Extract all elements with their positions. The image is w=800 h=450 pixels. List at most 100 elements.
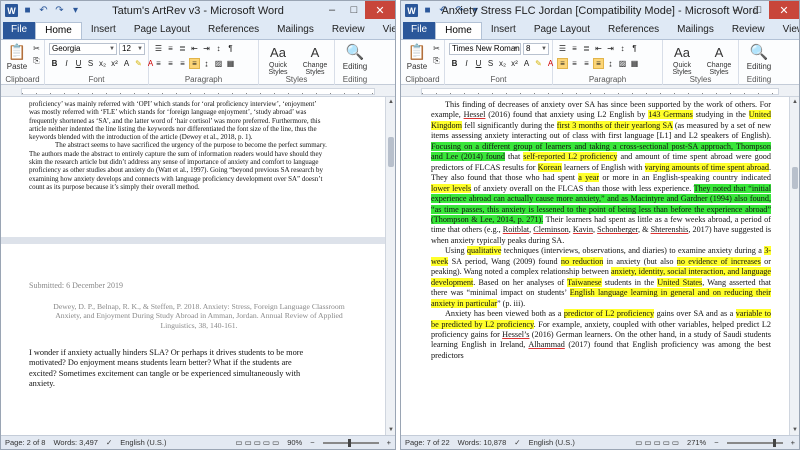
copy-icon[interactable]: ⎘: [31, 55, 42, 66]
vertical-scrollbar[interactable]: ▲ ▼: [789, 97, 799, 435]
shading-icon[interactable]: ▨: [213, 58, 224, 69]
shading-icon[interactable]: ▨: [617, 58, 628, 69]
copy-icon[interactable]: ⎘: [431, 55, 442, 66]
zoom-in-icon[interactable]: +: [387, 438, 391, 447]
tab-review[interactable]: Review: [323, 22, 374, 39]
page-count[interactable]: Page: 2 of 8: [5, 438, 45, 447]
borders-icon[interactable]: ▦: [629, 58, 640, 69]
paste-button[interactable]: 📋 Paste: [5, 42, 29, 71]
close-button[interactable]: ✕: [365, 1, 395, 19]
italic-icon[interactable]: I: [61, 58, 72, 69]
page-count[interactable]: Page: 7 of 22: [405, 438, 450, 447]
align-right-icon[interactable]: ≡: [177, 58, 188, 69]
close-button[interactable]: ✕: [769, 1, 799, 19]
multilevel-list-icon[interactable]: ≣: [177, 43, 188, 54]
horizontal-ruler[interactable]: [1, 85, 395, 97]
numbering-icon[interactable]: ≡: [569, 43, 580, 54]
multilevel-list-icon[interactable]: ≣: [581, 43, 592, 54]
quick-styles-button[interactable]: Aa Quick Styles: [665, 42, 699, 77]
strikethrough-icon[interactable]: S: [485, 58, 496, 69]
align-left-icon[interactable]: ≡: [153, 58, 164, 69]
text-effects-icon[interactable]: A: [521, 58, 532, 69]
quick-styles-button[interactable]: Aa Quick Styles: [261, 42, 295, 77]
show-marks-icon[interactable]: ¶: [629, 43, 640, 54]
zoom-level[interactable]: 90%: [287, 438, 302, 447]
bold-icon[interactable]: B: [49, 58, 60, 69]
proofing-icon[interactable]: ✓: [106, 438, 112, 447]
question-paragraph[interactable]: I wonder if anxiety actually hinders SLA…: [29, 348, 369, 390]
article-text[interactable]: This finding of decreases of anxiety ove…: [431, 100, 771, 362]
zoom-out-icon[interactable]: −: [310, 438, 314, 447]
decrease-indent-icon[interactable]: ⇤: [189, 43, 200, 54]
scroll-up-icon[interactable]: ▲: [790, 97, 799, 107]
proofing-icon[interactable]: ✓: [514, 438, 520, 447]
line-spacing-icon[interactable]: ↨: [605, 58, 616, 69]
cut-icon[interactable]: ✂: [31, 43, 42, 54]
font-size-box[interactable]: 8 ▼: [523, 43, 549, 55]
horizontal-ruler[interactable]: [401, 85, 799, 97]
editing-button[interactable]: 🔍 Editing: [338, 42, 372, 71]
editing-button[interactable]: 🔍 Editing: [742, 42, 776, 71]
citation[interactable]: Dewey, D. P., Belnap, R. K., & Steffen, …: [29, 302, 369, 330]
show-marks-icon[interactable]: ¶: [225, 43, 236, 54]
align-left-icon[interactable]: ≡: [557, 58, 568, 69]
italic-icon[interactable]: I: [461, 58, 472, 69]
minimize-button[interactable]: –: [321, 1, 343, 19]
numbering-icon[interactable]: ≡: [165, 43, 176, 54]
increase-indent-icon[interactable]: ⇥: [201, 43, 212, 54]
tab-page-layout[interactable]: Page Layout: [525, 22, 599, 39]
tab-view[interactable]: View: [374, 22, 395, 39]
tab-home[interactable]: Home: [35, 22, 82, 39]
subscript-icon[interactable]: x₂: [97, 58, 108, 69]
tab-file[interactable]: File: [3, 22, 36, 39]
paste-button[interactable]: 📋 Paste: [405, 42, 429, 71]
scroll-up-icon[interactable]: ▲: [386, 97, 395, 107]
view-buttons[interactable]: ▭ ▭ ▭ ▭ ▭: [635, 438, 679, 447]
align-center-icon[interactable]: ≡: [569, 58, 580, 69]
text-effects-icon[interactable]: A: [121, 58, 132, 69]
tab-references[interactable]: References: [599, 22, 668, 39]
change-styles-button[interactable]: A Change Styles: [701, 42, 737, 77]
superscript-icon[interactable]: x²: [509, 58, 520, 69]
submitted-date[interactable]: Submitted: 6 December 2019: [29, 281, 123, 290]
tab-page-layout[interactable]: Page Layout: [125, 22, 199, 39]
language[interactable]: English (U.S.): [529, 438, 575, 447]
bullets-icon[interactable]: ☰: [153, 43, 164, 54]
strikethrough-icon[interactable]: S: [85, 58, 96, 69]
zoom-out-icon[interactable]: −: [714, 438, 718, 447]
subscript-icon[interactable]: x₂: [497, 58, 508, 69]
tab-mailings[interactable]: Mailings: [668, 22, 723, 39]
scroll-down-icon[interactable]: ▼: [790, 425, 799, 435]
tab-references[interactable]: References: [199, 22, 268, 39]
zoom-slider[interactable]: [322, 438, 379, 447]
change-styles-button[interactable]: A Change Styles: [297, 42, 333, 77]
borders-icon[interactable]: ▦: [225, 58, 236, 69]
cut-icon[interactable]: ✂: [431, 43, 442, 54]
font-name-box[interactable]: Georgia ▼: [49, 43, 117, 55]
justify-icon[interactable]: ≡: [593, 58, 604, 69]
tab-view[interactable]: View: [774, 22, 799, 39]
zoom-slider[interactable]: [726, 438, 783, 447]
minimize-button[interactable]: –: [725, 1, 747, 19]
sort-icon[interactable]: ↕: [617, 43, 628, 54]
maximize-button[interactable]: □: [343, 1, 365, 19]
view-buttons[interactable]: ▭ ▭ ▭ ▭ ▭: [235, 438, 279, 447]
body-paragraph[interactable]: proficiency’ was mainly referred with ‘O…: [29, 100, 369, 191]
decrease-indent-icon[interactable]: ⇤: [593, 43, 604, 54]
highlight-icon[interactable]: ✎: [533, 58, 544, 69]
tab-insert[interactable]: Insert: [82, 22, 125, 39]
tab-mailings[interactable]: Mailings: [268, 22, 323, 39]
language[interactable]: English (U.S.): [120, 438, 166, 447]
highlight-icon[interactable]: ✎: [133, 58, 144, 69]
align-center-icon[interactable]: ≡: [165, 58, 176, 69]
bullets-icon[interactable]: ☰: [557, 43, 568, 54]
tab-review[interactable]: Review: [723, 22, 774, 39]
line-spacing-icon[interactable]: ↨: [201, 58, 212, 69]
word-count[interactable]: Words: 3,497: [53, 438, 97, 447]
superscript-icon[interactable]: x²: [109, 58, 120, 69]
vertical-scrollbar[interactable]: ▲ ▼: [385, 97, 395, 435]
underline-icon[interactable]: U: [473, 58, 484, 69]
tab-file[interactable]: File: [403, 22, 436, 39]
tab-insert[interactable]: Insert: [482, 22, 525, 39]
scroll-thumb[interactable]: [388, 137, 394, 167]
